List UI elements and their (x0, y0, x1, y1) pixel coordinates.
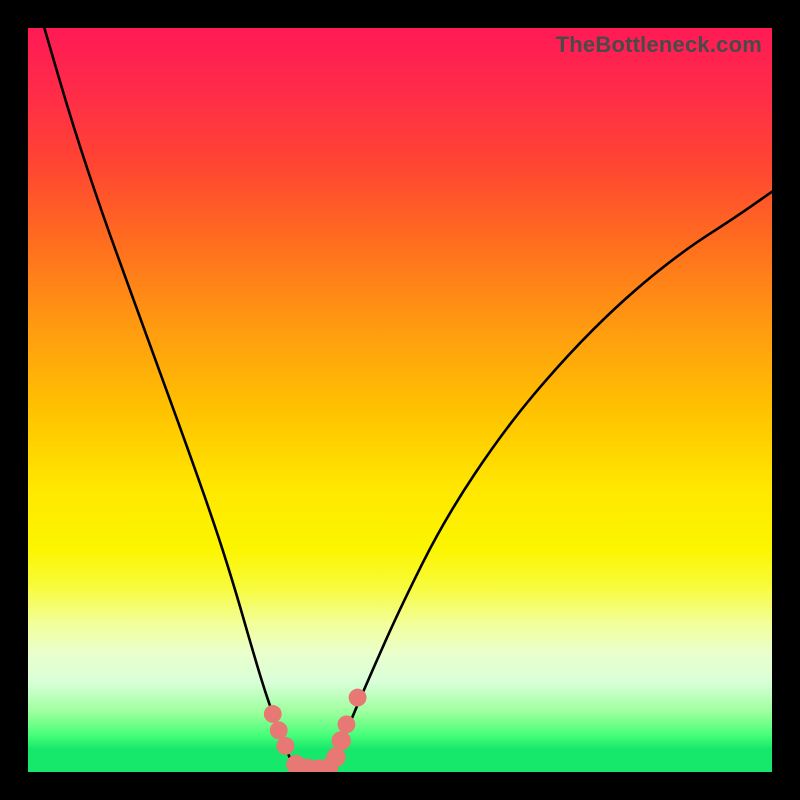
right-marker-4 (349, 689, 367, 707)
left-marker-2 (270, 721, 288, 739)
right-marker-1 (326, 747, 345, 766)
chart-svg (28, 28, 772, 772)
right-marker-2 (332, 731, 351, 750)
series-right-curve (333, 192, 772, 765)
watermark-text: TheBottleneck.com (556, 32, 762, 58)
left-marker-3 (276, 737, 294, 755)
right-marker-3 (338, 715, 356, 733)
chart-plot-area: TheBottleneck.com (28, 28, 772, 772)
chart-frame: TheBottleneck.com (0, 0, 800, 800)
series-left-curve (44, 28, 292, 765)
left-marker-1 (264, 705, 282, 723)
